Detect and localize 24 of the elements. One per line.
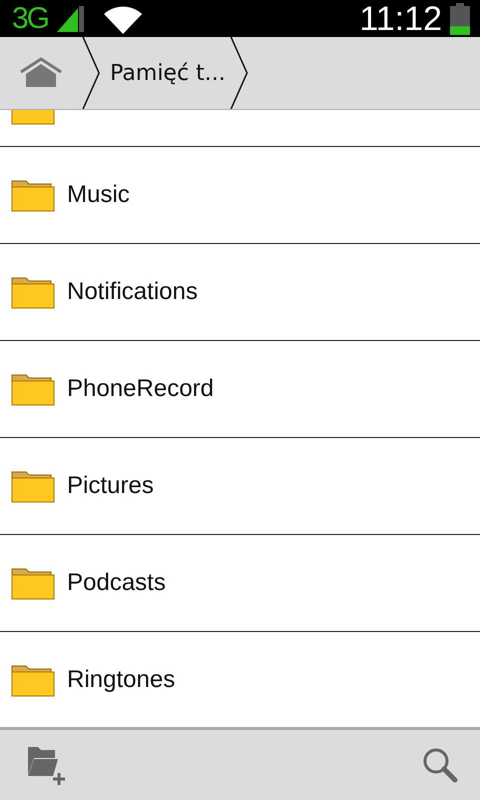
clock: 11:12 bbox=[359, 2, 442, 36]
folder-name: Pictures bbox=[67, 472, 154, 500]
folder-icon bbox=[11, 178, 55, 212]
home-icon bbox=[20, 57, 62, 89]
battery-icon bbox=[450, 2, 470, 34]
signal-icon bbox=[56, 6, 86, 32]
folder-row[interactable]: Notifications bbox=[0, 244, 480, 341]
network-type: 3G bbox=[12, 4, 48, 34]
folder-name: Notifications bbox=[67, 278, 198, 306]
folder-name: Music bbox=[67, 181, 130, 209]
folder-row[interactable]: Pictures bbox=[0, 438, 480, 535]
folder-row[interactable]: PhoneRecord bbox=[0, 341, 480, 438]
folder-icon bbox=[11, 275, 55, 309]
folder-name: Podcasts bbox=[67, 569, 166, 597]
folder-row[interactable]: Podcasts bbox=[0, 535, 480, 632]
folder-icon bbox=[11, 566, 55, 600]
search-icon[interactable] bbox=[422, 747, 458, 783]
folder-icon bbox=[11, 372, 55, 406]
folder-name: PhoneRecord bbox=[67, 375, 214, 403]
wifi-icon bbox=[104, 4, 142, 34]
folder-name: Ringtones bbox=[67, 666, 176, 694]
folder-row[interactable]: Music bbox=[0, 147, 480, 244]
folder-icon bbox=[11, 469, 55, 503]
folder-icon bbox=[11, 663, 55, 697]
